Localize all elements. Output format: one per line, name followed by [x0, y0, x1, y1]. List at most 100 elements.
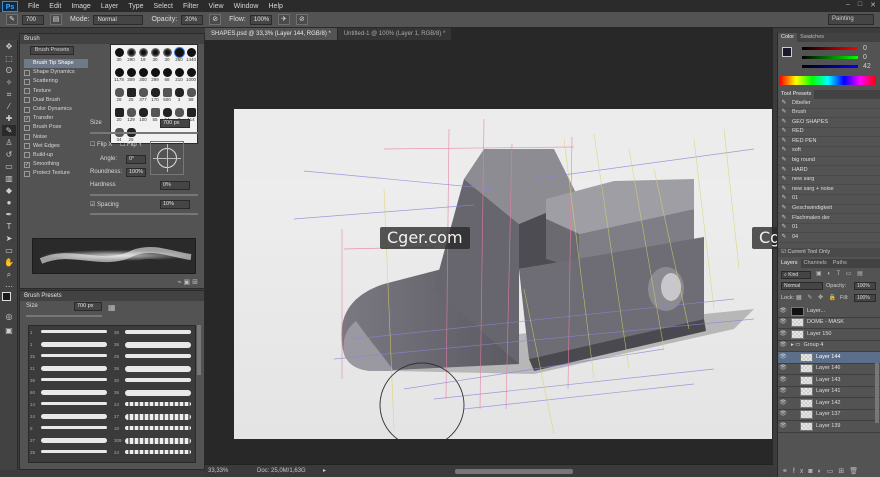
type-tool-icon[interactable]: T: [2, 221, 16, 232]
layer-row[interactable]: 👁 Layer 150: [778, 329, 880, 341]
brush-preset-stroke[interactable]: [41, 330, 107, 333]
brush-panel-toggle-icon[interactable]: ▤: [50, 14, 62, 25]
brush-preset-stroke[interactable]: [125, 342, 191, 348]
brush-tip[interactable]: 100: [137, 108, 149, 122]
spacing-slider[interactable]: [90, 213, 198, 215]
red-slider[interactable]: [802, 47, 858, 50]
tab-untitled[interactable]: Untitled-1 @ 100% (Layer 1, RGB/8) *: [337, 28, 452, 40]
tab-tool-presets[interactable]: Tool Presets: [778, 90, 815, 99]
menu-edit[interactable]: Edit: [49, 3, 61, 10]
delete-layer-icon[interactable]: 🗑: [849, 468, 863, 475]
eyedropper-tool-icon[interactable]: ⁄: [2, 101, 16, 112]
gradient-tool-icon[interactable]: ▥: [2, 173, 16, 184]
maximize-button[interactable]: □: [858, 1, 862, 9]
group-folder-icon[interactable]: ▸ ▭: [791, 340, 801, 352]
preset-size-input[interactable]: 700 px: [74, 302, 102, 311]
close-button[interactable]: ✕: [870, 1, 876, 9]
layer-row[interactable]: 👁 ▸ ▭ Group 4: [778, 340, 880, 352]
pressure-size-icon[interactable]: ⊘: [295, 14, 308, 25]
layer-row[interactable]: 👁 DOME - MASK: [778, 318, 880, 329]
horizontal-scrollbar[interactable]: [455, 469, 573, 474]
minimize-button[interactable]: –: [846, 1, 850, 9]
menu-image[interactable]: Image: [71, 3, 90, 10]
visibility-eye-icon[interactable]: 👁: [778, 306, 788, 317]
brush-tip[interactable]: 300: [137, 68, 149, 82]
menu-window[interactable]: Window: [234, 3, 259, 10]
layers-scrollbar[interactable]: [875, 363, 879, 423]
crop-tool-icon[interactable]: ⌗: [2, 89, 16, 100]
brush-option-row[interactable]: Shape Dynamics: [24, 68, 88, 77]
pen-tool-icon[interactable]: ✒: [2, 209, 16, 220]
brush-option-checkbox[interactable]: [24, 124, 30, 131]
layer-row[interactable]: 👁 Layer 142: [778, 398, 880, 410]
hardness-input[interactable]: 0%: [160, 181, 190, 190]
tab-color[interactable]: Color: [778, 33, 798, 42]
eraser-tool-icon[interactable]: ▭: [2, 161, 16, 172]
menu-select[interactable]: Select: [154, 3, 173, 10]
new-group-icon[interactable]: ▭: [827, 468, 839, 475]
tab-swatches[interactable]: Swatches: [797, 33, 827, 42]
flow-input[interactable]: 100%: [249, 14, 272, 25]
brush-preset-stroke[interactable]: [41, 390, 107, 395]
clone-stamp-tool-icon[interactable]: ♙: [2, 137, 16, 148]
brush-tool-icon[interactable]: ✎: [2, 125, 16, 136]
visibility-eye-icon[interactable]: 👁: [778, 386, 788, 398]
brush-tip[interactable]: 30: [149, 48, 161, 62]
brush-stroke-list[interactable]: 1 36 1 36 25 25 21 36 36 30 60 36 14 24 24 27 8 10 27 309 28…: [28, 325, 196, 463]
brush-option-checkbox[interactable]: [24, 69, 30, 76]
dodge-tool-icon[interactable]: ●: [2, 197, 16, 208]
create-brush-icon[interactable]: ▣: [184, 279, 191, 286]
visibility-eye-icon[interactable]: 👁: [778, 375, 788, 387]
brush-preset-stroke[interactable]: [125, 330, 191, 334]
brush-tip[interactable]: 34: [113, 128, 125, 142]
brush-preset-stroke[interactable]: [41, 354, 107, 357]
layer-row[interactable]: 👁 Layer 141: [778, 386, 880, 398]
brush-option-row[interactable]: Protect Texture: [24, 169, 88, 178]
history-brush-tool-icon[interactable]: ↺: [2, 149, 16, 160]
color-spectrum-bar[interactable]: [780, 76, 876, 85]
lasso-tool-icon[interactable]: ʘ: [2, 65, 16, 76]
brush-tip-grid[interactable]: 30 290 19 30 30 250 1440 1178 309 300 299 68 210 1000…: [110, 44, 198, 144]
brush-presets-button[interactable]: Brush Presets: [30, 46, 74, 55]
toggle-preview-icon[interactable]: ⌁: [177, 279, 181, 286]
brush-preset-stroke[interactable]: [41, 402, 107, 405]
menu-layer[interactable]: Layer: [101, 3, 119, 10]
tab-shapes[interactable]: SHAPES.psd @ 33,3% (Layer 144, RGB/8) *: [205, 28, 337, 40]
spacing-input[interactable]: 10%: [160, 200, 190, 209]
brush-preset-stroke[interactable]: [125, 366, 191, 372]
zoom-level[interactable]: 33,33%: [208, 468, 228, 474]
brush-tip[interactable]: 290: [125, 48, 137, 62]
brush-tip[interactable]: 25: [125, 88, 137, 102]
brush-preset-stroke[interactable]: [125, 390, 191, 396]
foreground-color-swatch[interactable]: [2, 292, 11, 301]
brush-option-row[interactable]: Brush Tip Shape: [24, 59, 88, 69]
brush-tip[interactable]: 68: [161, 68, 173, 82]
fill-input[interactable]: 100%: [854, 294, 876, 302]
color-foreground-swatch[interactable]: [782, 47, 792, 57]
brush-tip[interactable]: 20: [113, 108, 125, 122]
angle-roundness-control[interactable]: [150, 141, 184, 175]
workspace-select[interactable]: Painting: [828, 14, 874, 25]
menu-help[interactable]: Help: [269, 3, 283, 10]
brush-tool-icon[interactable]: ✎: [6, 14, 18, 25]
size-input[interactable]: 700 px: [160, 119, 190, 128]
brush-option-checkbox[interactable]: [24, 88, 30, 95]
brush-preset-stroke[interactable]: [125, 450, 191, 454]
status-menu-icon[interactable]: ▸: [323, 467, 326, 474]
airbrush-icon[interactable]: ✈: [277, 14, 290, 25]
brush-preset-stroke[interactable]: [125, 402, 191, 406]
brush-preset-stroke[interactable]: [125, 426, 191, 430]
layer-row[interactable]: 👁 Layer 144: [778, 352, 880, 364]
brush-preset-stroke[interactable]: [125, 414, 191, 420]
current-tool-only-checkbox[interactable]: ☑: [781, 249, 786, 255]
brush-option-checkbox[interactable]: [24, 78, 30, 85]
tab-paths[interactable]: Paths: [830, 259, 850, 268]
mode-select[interactable]: Normal: [93, 14, 144, 25]
brush-option-row[interactable]: Color Dynamics: [24, 105, 88, 114]
blue-value[interactable]: 42: [863, 63, 871, 70]
brush-tip[interactable]: 30: [161, 48, 173, 62]
angle-input[interactable]: 0°: [126, 155, 146, 164]
brush-tip[interactable]: 1178: [113, 68, 125, 82]
visibility-eye-icon[interactable]: 👁: [778, 363, 788, 375]
brush-option-checkbox[interactable]: [24, 134, 30, 141]
